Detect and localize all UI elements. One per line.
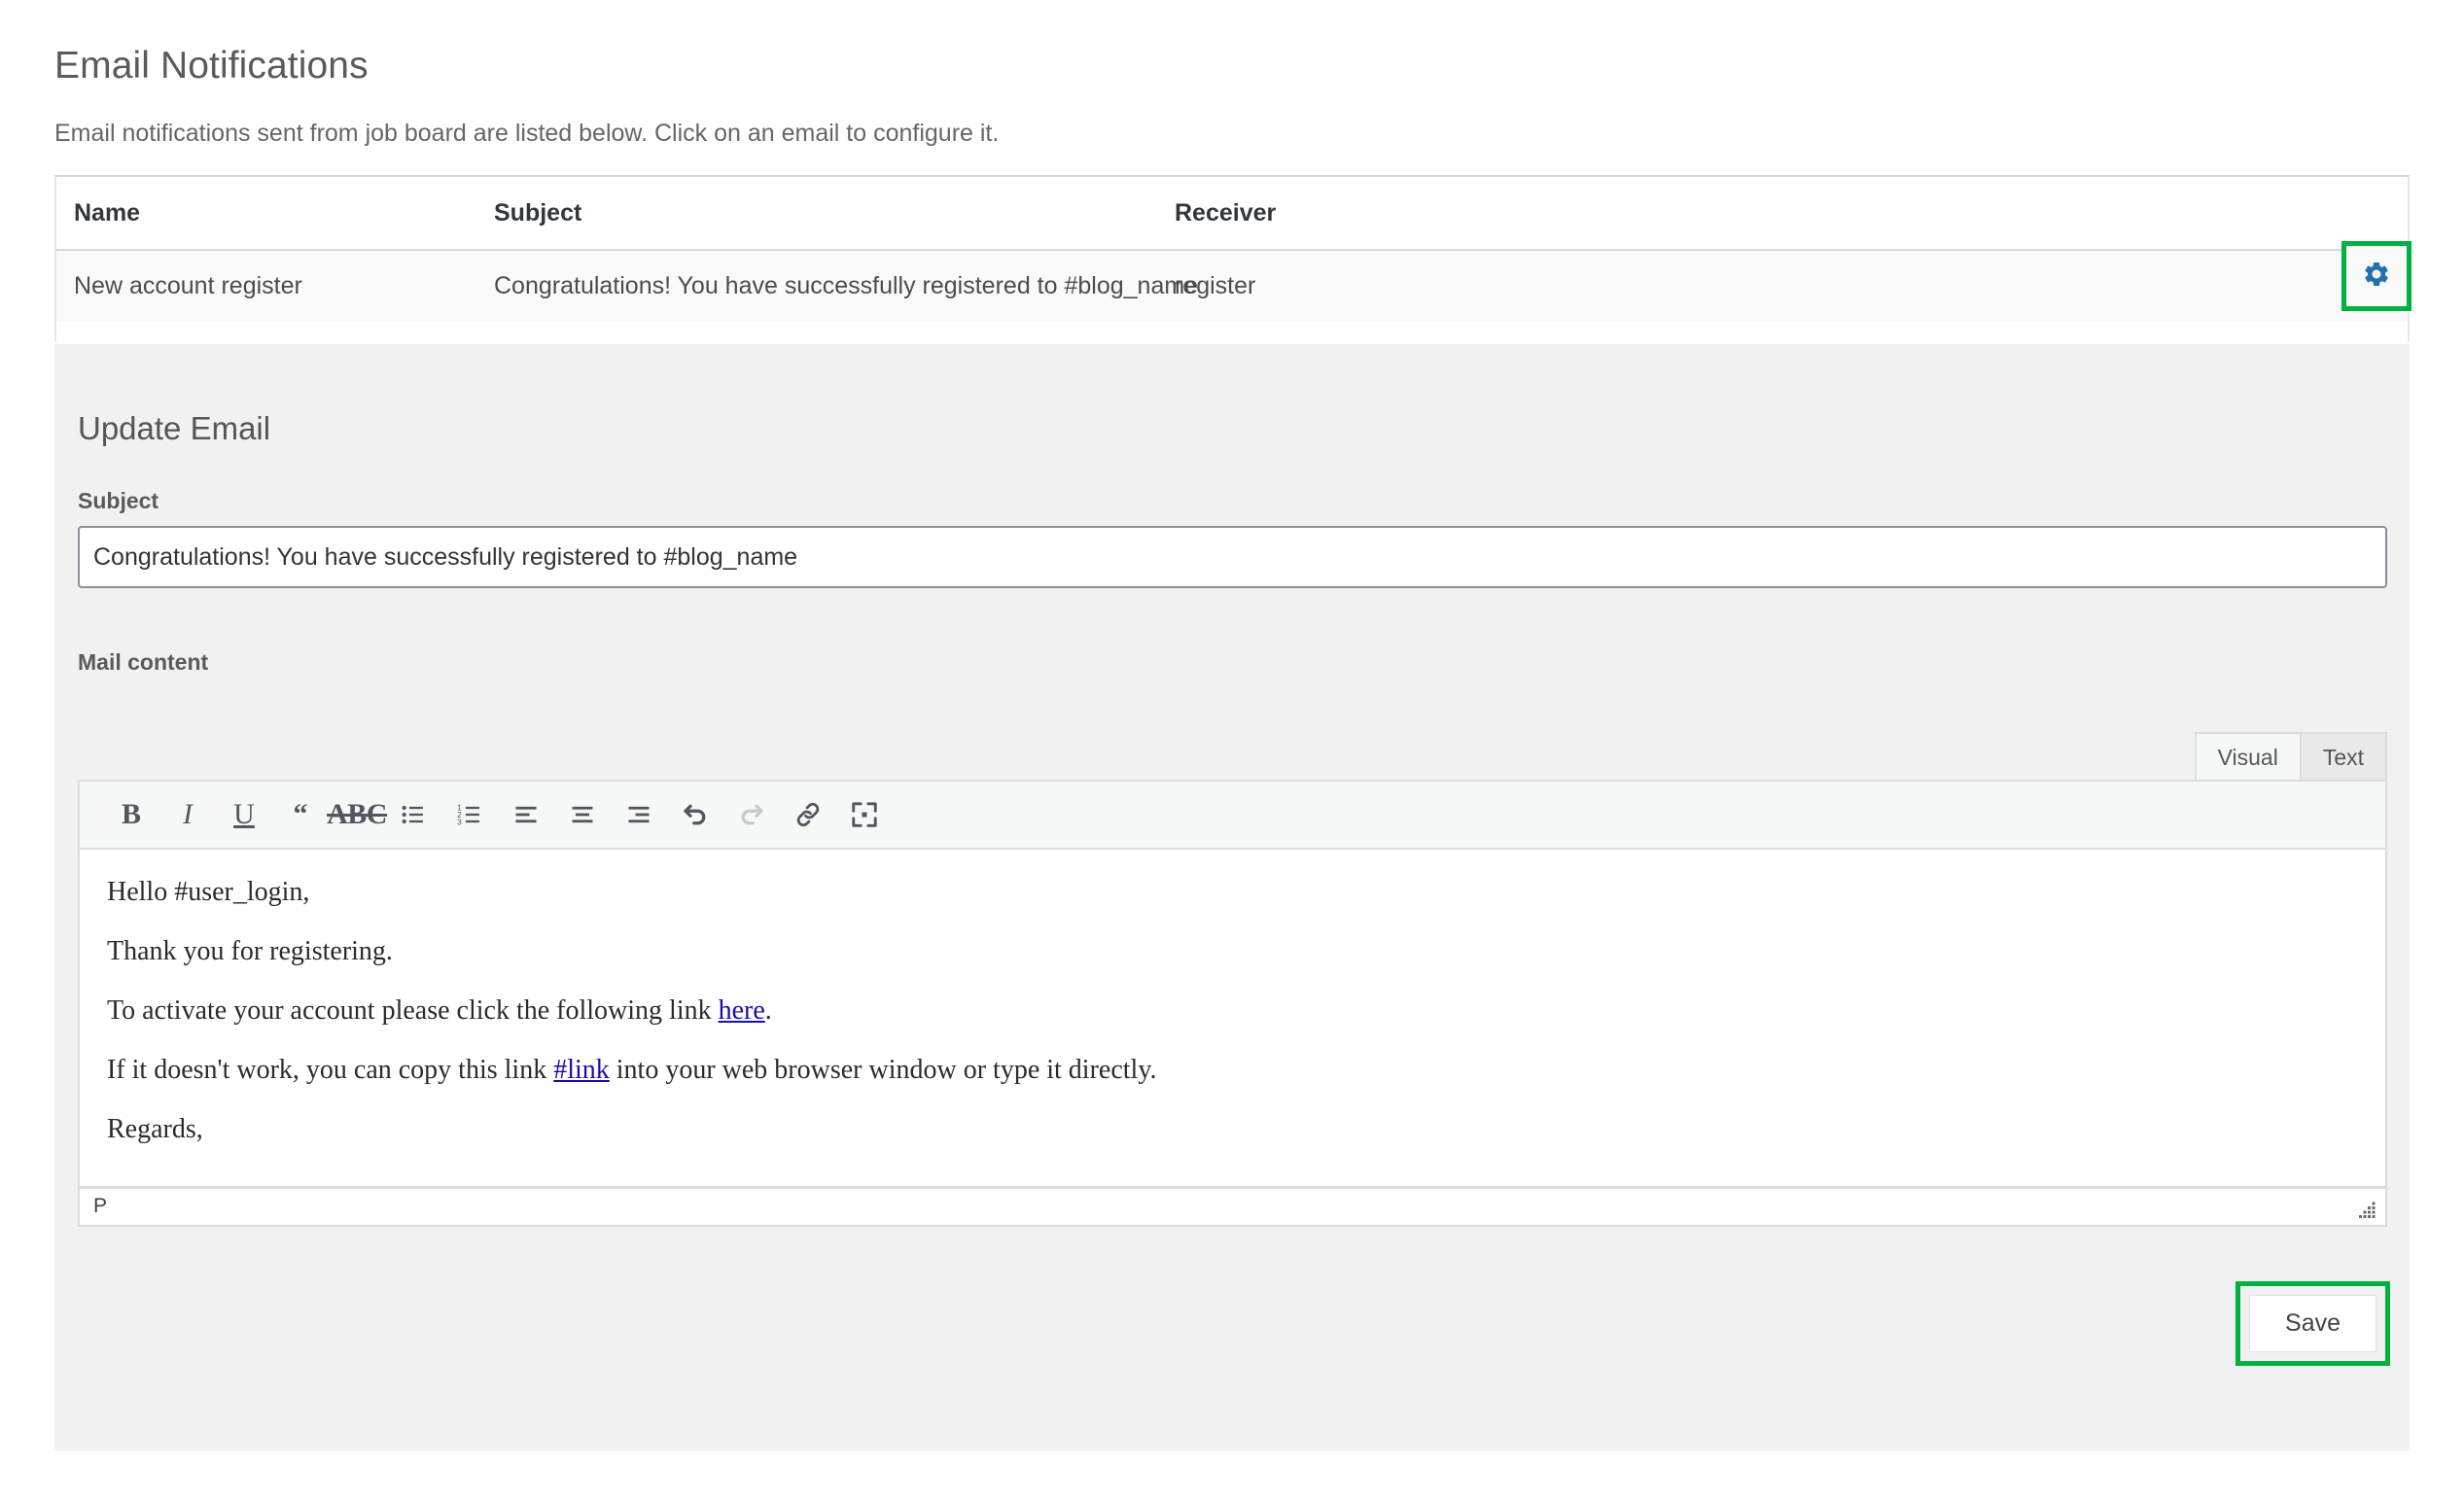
tab-visual[interactable]: Visual <box>2194 732 2302 780</box>
numbered-list-icon[interactable]: 1 2 3 <box>441 786 498 843</box>
body-paragraph-2: Thank you for registering. <box>107 936 393 966</box>
paragraph-4-post: into your web browser window or type it … <box>609 1055 1157 1085</box>
column-header-subject: Subject <box>494 198 582 227</box>
cell-name: New account register <box>74 271 302 299</box>
editor-content-area[interactable]: Hello #user_login, Thank you for registe… <box>80 850 2385 1151</box>
link-icon[interactable] <box>780 786 836 843</box>
editor-status-bar: P <box>78 1188 2387 1227</box>
blockquote-icon[interactable]: “ <box>272 786 329 843</box>
blockquote-glyph: “ <box>293 798 308 830</box>
panel-title: Update Email <box>78 410 271 446</box>
page-title: Email Notifications <box>54 45 369 87</box>
body-paragraph-4: If it doesn't work, you can copy this li… <box>107 1053 2358 1087</box>
subject-label: Subject <box>78 488 159 513</box>
underline-glyph: U <box>233 798 255 830</box>
fullscreen-icon[interactable] <box>836 786 893 843</box>
underline-icon[interactable]: U <box>216 786 272 843</box>
align-right-icon[interactable] <box>611 786 667 843</box>
link-placeholder-link[interactable]: #link <box>553 1055 610 1085</box>
editor-mode-tabs: Visual Text <box>2194 732 2387 780</box>
undo-icon[interactable] <box>667 786 723 843</box>
body-paragraph-5: Regards, <box>107 1114 203 1144</box>
mail-content-editor: B I U “ ABC 1 2 3 Hello #user_login, Tha… <box>78 780 2387 1188</box>
table-header-row: Name Subject Receiver <box>56 177 2408 251</box>
table-row[interactable]: New account register Congratulations! Yo… <box>56 241 2411 321</box>
paragraph-3-pre: To activate your account please click th… <box>107 995 719 1026</box>
column-header-name: Name <box>74 198 141 227</box>
paragraph-3-post: . <box>764 995 772 1026</box>
italic-glyph: I <box>183 798 193 830</box>
column-header-receiver: Receiver <box>1175 198 1277 227</box>
paragraph-4-pre: If it doesn't work, you can copy this li… <box>107 1055 554 1085</box>
resize-handle-icon[interactable] <box>2356 1198 2379 1221</box>
align-center-icon[interactable] <box>554 786 611 843</box>
body-paragraph-3: To activate your account please click th… <box>107 994 2358 1028</box>
configure-email-button[interactable] <box>2341 241 2411 311</box>
italic-icon[interactable]: I <box>159 786 216 843</box>
bulleted-list-icon[interactable] <box>385 786 441 843</box>
update-email-panel: Update Email Subject Mail content Visual… <box>54 344 2410 1450</box>
cell-receiver: register <box>1175 271 1256 299</box>
body-paragraph-1: Hello #user_login, <box>107 877 310 907</box>
strikethrough-icon[interactable]: ABC <box>327 786 387 843</box>
mail-content-label: Mail content <box>78 649 209 675</box>
subject-input[interactable] <box>78 526 2387 588</box>
strikethrough-glyph: ABC <box>327 798 387 830</box>
editor-toolbar: B I U “ ABC 1 2 3 <box>80 782 2385 850</box>
tab-text[interactable]: Text <box>2299 732 2387 780</box>
bold-glyph: B <box>121 798 141 830</box>
svg-text:3: 3 <box>457 819 462 827</box>
element-path: P <box>93 1195 108 1217</box>
here-link[interactable]: here <box>719 995 765 1026</box>
cell-subject: Congratulations! You have successfully r… <box>494 271 1199 299</box>
page-description: Email notifications sent from job board … <box>54 120 1000 147</box>
email-notifications-table: Name Subject Receiver New account regist… <box>54 175 2411 342</box>
save-button-highlight: Save <box>2235 1281 2390 1366</box>
align-left-icon[interactable] <box>498 786 554 843</box>
gear-icon <box>2362 260 2391 294</box>
table-bottom-spacer <box>56 321 2408 342</box>
bold-icon[interactable]: B <box>103 786 159 843</box>
save-button[interactable]: Save <box>2249 1295 2376 1352</box>
email-notifications-page: Email Notifications Email notifications … <box>0 0 2464 1500</box>
redo-icon[interactable] <box>723 786 780 843</box>
